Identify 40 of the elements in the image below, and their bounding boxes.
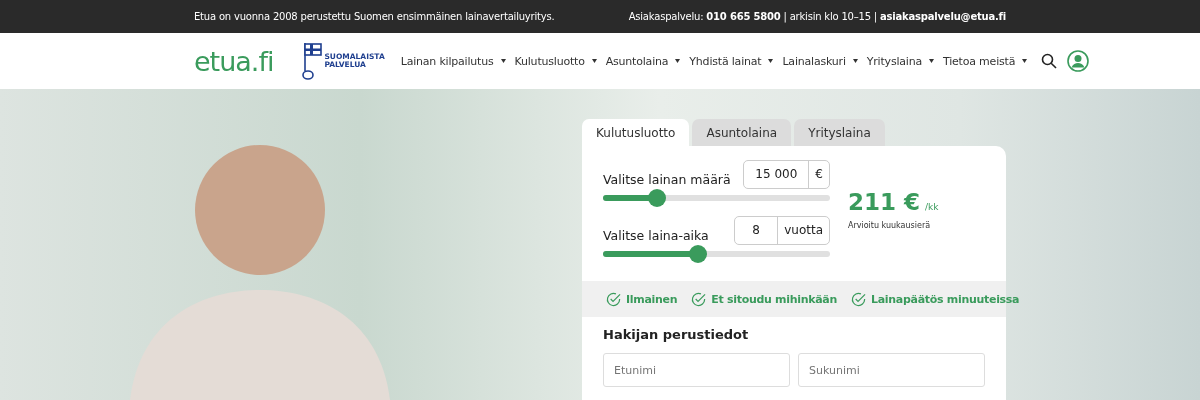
key-flag-icon	[301, 41, 324, 81]
benefit-text: Et sitoudu mihinkään	[711, 292, 837, 306]
nav-item[interactable]: Tietoa meistä	[943, 54, 1028, 68]
benefit-text: Lainapäätös minuuteissa	[871, 292, 1020, 306]
nav-item[interactable]: Lainan kilpailutus	[400, 54, 506, 68]
caret-icon	[929, 59, 934, 63]
check-circle-icon	[606, 291, 621, 307]
tagline: Etua on vuonna 2008 perustettu Suomen ensimmäinen lainavertailuyritys.	[194, 11, 555, 22]
payment-caption: Arvioitu kuukausierä	[848, 221, 932, 230]
slider-label: Valitse laina-aika	[603, 227, 709, 243]
loan-type-tab[interactable]: Yrityslaina	[794, 119, 885, 146]
user-icon[interactable]	[1067, 50, 1090, 72]
value-field[interactable]: 8 vuotta	[734, 215, 830, 245]
loan-type-tab[interactable]: Asuntolaina	[692, 119, 792, 146]
per-month-label: /kk	[925, 202, 939, 212]
caret-icon	[500, 59, 506, 63]
slider-thumb[interactable]	[689, 245, 708, 263]
contact-info: Asiakaspalvelu: 010 665 5800 | arkisin klo 10–15 | asiakaspalvelu@etua.fi	[628, 11, 1006, 22]
caret-icon	[1022, 59, 1028, 63]
monthly-payment: 211 €	[848, 189, 921, 215]
input-field[interactable]: Sukunimi	[798, 353, 985, 387]
value-field[interactable]: 15 000 €	[743, 159, 830, 189]
caret-icon	[591, 59, 597, 63]
nav-item[interactable]: Lainalaskuri	[782, 54, 858, 68]
form-title: Hakijan perustiedot	[603, 327, 750, 342]
nav-item[interactable]: Yhdistä lainat	[689, 54, 774, 68]
input-field[interactable]: Etunimi	[603, 353, 790, 387]
check-circle-icon	[691, 291, 707, 307]
slider-label: Valitse lainan määrä	[603, 171, 731, 187]
check-circle-icon	[851, 291, 866, 307]
search-icon[interactable]	[1041, 53, 1058, 69]
caret-icon	[852, 59, 858, 63]
nav-item[interactable]: Kulutusluotto	[514, 54, 597, 68]
loan-type-tab[interactable]: Kulutusluotto	[582, 119, 690, 146]
slider-thumb[interactable]	[648, 189, 667, 207]
caret-icon	[675, 59, 681, 63]
caret-icon	[768, 59, 774, 63]
nav-item[interactable]: Yrityslaina	[866, 54, 934, 68]
benefit-text: Ilmainen	[626, 292, 678, 306]
nav-item[interactable]: Asuntolaina	[605, 54, 681, 68]
